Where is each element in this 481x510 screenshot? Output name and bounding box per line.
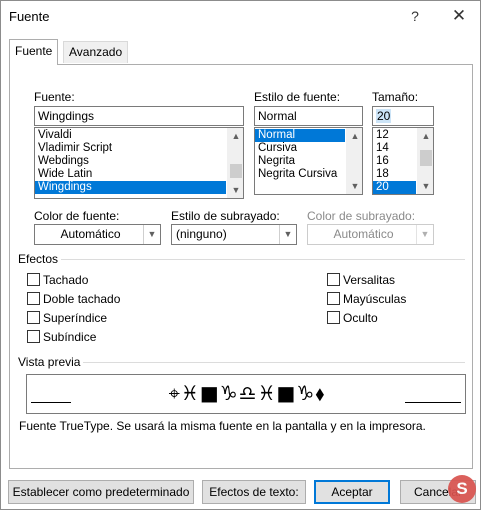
set-default-button[interactable]: Establecer como predeterminado [8, 480, 194, 504]
tab-avanzado-label: Avanzado [69, 45, 123, 59]
watermark-logo: S [448, 475, 476, 503]
tachado-label[interactable]: Tachado [43, 273, 88, 287]
size-label: Tamaño: [372, 90, 419, 104]
font-color-value: Automático [60, 227, 121, 241]
scroll-up-icon[interactable]: ▲ [347, 129, 362, 143]
doble-tachado-label[interactable]: Doble tachado [43, 292, 120, 306]
underline-color-select: Automático ▼ [307, 224, 434, 245]
scroll-down-icon[interactable]: ▼ [418, 179, 433, 193]
close-icon: ✕ [451, 6, 467, 25]
tab-fuente-label: Fuente [15, 44, 53, 58]
effects-divider [61, 259, 465, 260]
underline-style-label: Estilo de subrayado: [171, 209, 280, 223]
help-button[interactable]: ? [405, 5, 425, 27]
size-list[interactable]: 12 14 16 18 20 ▲ ▼ [372, 127, 434, 195]
font-name-input[interactable]: Wingdings [34, 106, 244, 126]
scroll-thumb[interactable] [230, 164, 242, 178]
versalitas-checkbox[interactable] [327, 273, 340, 286]
font-label: Fuente: [34, 90, 75, 104]
scroll-down-icon[interactable]: ▼ [228, 183, 243, 197]
tab-fuente[interactable]: Fuente [9, 39, 59, 65]
list-item[interactable]: Vladimir Script [35, 142, 243, 155]
preview-baseline-left [31, 402, 71, 403]
effects-label: Efectos [18, 252, 59, 266]
style-list[interactable]: Normal Cursiva Negrita Negrita Cursiva ▲… [254, 127, 363, 195]
list-item-selected[interactable]: Normal [255, 129, 345, 142]
oculto-checkbox[interactable] [327, 311, 340, 324]
chevron-down-icon[interactable]: ▼ [143, 225, 160, 244]
list-item[interactable]: Webdings [35, 155, 243, 168]
font-dialog: Fuente ? ✕ Fuente Avanzado Fuente: Wingd… [0, 0, 481, 510]
underline-style-select[interactable]: (ninguno) ▼ [171, 224, 297, 245]
list-item[interactable]: Wide Latin [35, 168, 243, 181]
subindice-label[interactable]: Subíndice [43, 330, 96, 344]
doble-tachado-checkbox[interactable] [27, 292, 40, 305]
list-item-selected[interactable]: Wingdings [35, 181, 226, 194]
close-button[interactable]: ✕ [447, 5, 471, 27]
superindice-label[interactable]: Superíndice [43, 311, 107, 325]
preview-box: ⌖♓■♑♎♓■♑⬧ [26, 374, 466, 414]
preview-note: Fuente TrueType. Se usará la misma fuent… [19, 419, 426, 433]
underline-style-value: (ninguno) [176, 227, 227, 241]
dialog-title: Fuente [9, 9, 50, 24]
font-list-scrollbar[interactable]: ▲ ▼ [227, 128, 243, 198]
scroll-up-icon[interactable]: ▲ [228, 129, 243, 143]
preview-divider [83, 362, 465, 363]
underline-color-label: Color de subrayado: [307, 209, 416, 223]
oculto-label[interactable]: Oculto [343, 311, 378, 325]
versalitas-label[interactable]: Versalitas [343, 273, 395, 287]
superindice-checkbox[interactable] [27, 311, 40, 324]
scroll-up-icon[interactable]: ▲ [418, 129, 433, 143]
size-input-value: 20 [376, 109, 392, 123]
tachado-checkbox[interactable] [27, 273, 40, 286]
list-item[interactable]: Vivaldi [35, 129, 243, 142]
font-color-select[interactable]: Automático ▼ [34, 224, 161, 245]
mayusculas-label[interactable]: Mayúsculas [343, 292, 406, 306]
style-list-scrollbar[interactable]: ▲ ▼ [346, 128, 362, 194]
mayusculas-checkbox[interactable] [327, 292, 340, 305]
size-input[interactable]: 20 [372, 106, 434, 126]
preview-sample: ⌖♓■♑♎♓■♑⬧ [168, 381, 326, 405]
style-input[interactable]: Normal [254, 106, 363, 126]
scroll-thumb[interactable] [420, 150, 432, 166]
scroll-down-icon[interactable]: ▼ [347, 179, 362, 193]
font-list[interactable]: Vivaldi Vladimir Script Webdings Wide La… [34, 127, 244, 199]
subindice-checkbox[interactable] [27, 330, 40, 343]
chevron-down-icon: ▼ [416, 225, 433, 244]
list-item-selected[interactable]: 20 [373, 181, 416, 194]
font-color-label: Color de fuente: [34, 209, 120, 223]
ok-button[interactable]: Aceptar [314, 480, 390, 504]
size-list-scrollbar[interactable]: ▲ ▼ [417, 128, 433, 194]
preview-label: Vista previa [18, 355, 81, 369]
style-label: Estilo de fuente: [254, 90, 341, 104]
text-effects-button[interactable]: Efectos de texto: [202, 480, 306, 504]
preview-baseline-right [405, 402, 461, 403]
tab-avanzado[interactable]: Avanzado [63, 41, 129, 63]
chevron-down-icon[interactable]: ▼ [279, 225, 296, 244]
underline-color-value: Automático [333, 227, 394, 241]
